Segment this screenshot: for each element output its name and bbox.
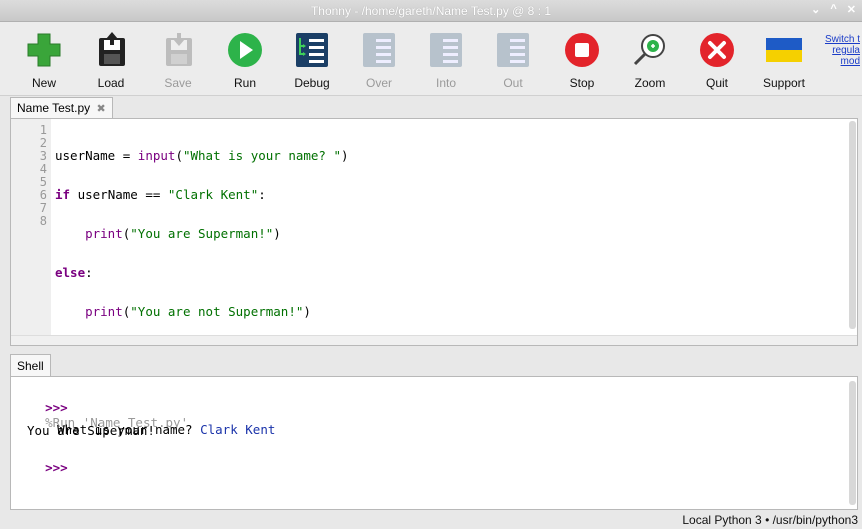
shell-prompt: >>> <box>45 460 68 475</box>
stop-label: Stop <box>569 76 595 90</box>
debug-label: Debug <box>294 76 330 90</box>
tab-label: Name Test.py <box>17 101 91 115</box>
editor-horizontal-scrollbar[interactable] <box>11 335 857 345</box>
shell-input-line[interactable]: >>> <box>15 445 68 490</box>
run-label: Run <box>233 76 256 90</box>
shell-tab-bar: Shell <box>0 352 862 376</box>
quit-icon <box>697 30 737 70</box>
code-line: userName = input("What is your name? ") <box>55 148 349 163</box>
switch-mode-line-3: mod <box>840 56 860 67</box>
stop-icon <box>562 30 602 70</box>
new-label: New <box>31 76 56 90</box>
switch-mode-line-2: regula <box>832 45 860 56</box>
tab-shell[interactable]: Shell <box>10 354 51 376</box>
support-flag-icon <box>764 30 804 70</box>
tab-close-icon[interactable]: ✖ <box>97 103 106 115</box>
code-text[interactable]: userName = input("What is your name? ") … <box>55 123 349 344</box>
line-number: 8 <box>39 214 47 228</box>
load-button[interactable]: Load <box>83 30 139 94</box>
run-button[interactable]: Run <box>217 30 273 94</box>
shell-output-line: You are Superman! <box>27 423 155 438</box>
save-button[interactable]: Save <box>150 30 206 94</box>
window-title: Thonny - /home/gareth/Name Test.py @ 8 :… <box>310 4 552 18</box>
step-into-button[interactable]: Into <box>418 30 474 94</box>
code-line: else: <box>55 265 93 280</box>
step-out-label: Out <box>503 76 523 90</box>
tab-name-test[interactable]: Name Test.py ✖ <box>10 97 113 118</box>
zoom-icon <box>630 30 670 70</box>
save-label: Save <box>164 76 192 90</box>
run-icon <box>225 30 265 70</box>
close-icon[interactable]: ✕ <box>847 3 856 16</box>
code-editor[interactable]: 1 2 3 4 5 6 7 8 userName = input("What i… <box>10 118 858 346</box>
load-icon <box>91 30 131 70</box>
shell-panel[interactable]: >>> %Run 'Name Test.py' What is your nam… <box>10 376 858 510</box>
code-line: print("You are not Superman!") <box>85 304 311 319</box>
maximize-icon[interactable]: ^ <box>830 3 836 16</box>
stop-button[interactable]: Stop <box>554 30 610 94</box>
step-over-button[interactable]: Over <box>351 30 407 94</box>
debug-icon <box>292 30 332 70</box>
step-over-icon <box>359 30 399 70</box>
step-into-label: Into <box>435 76 456 90</box>
new-button[interactable]: New <box>16 30 72 94</box>
quit-label: Quit <box>705 76 728 90</box>
editor-tab-bar: Name Test.py ✖ <box>0 96 862 118</box>
step-over-label: Over <box>365 76 392 90</box>
switch-mode-line-1: Switch t <box>824 34 860 45</box>
code-line: print("You are Superman!") <box>85 226 281 241</box>
step-out-icon <box>493 30 533 70</box>
step-out-button[interactable]: Out <box>485 30 541 94</box>
editor-vertical-scrollbar[interactable] <box>849 121 856 329</box>
new-icon <box>24 30 64 70</box>
line-number-gutter: 1 2 3 4 5 6 7 8 <box>11 119 51 335</box>
support-label: Support <box>762 76 806 90</box>
zoom-button[interactable]: Zoom <box>622 30 678 94</box>
interpreter-status[interactable]: Local Python 3 • /usr/bin/python3 <box>682 513 858 527</box>
shell-vertical-scrollbar[interactable] <box>849 381 856 505</box>
step-into-icon <box>426 30 466 70</box>
title-bar: Thonny - /home/gareth/Name Test.py @ 8 :… <box>0 0 862 22</box>
debug-button[interactable]: Debug <box>284 30 340 94</box>
code-line: if userName == "Clark Kent": <box>55 187 266 202</box>
toolbar: New Load Save Run Debug Over Into Out St… <box>0 22 862 96</box>
switch-mode-link[interactable]: Switch t regula mod <box>800 34 860 67</box>
minimize-icon[interactable]: ⌄ <box>811 3 820 16</box>
load-label: Load <box>97 76 125 90</box>
status-bar: Local Python 3 • /usr/bin/python3 <box>0 510 862 529</box>
save-icon <box>158 30 198 70</box>
zoom-label: Zoom <box>634 76 666 90</box>
shell-user-input: Clark Kent <box>200 422 276 437</box>
quit-button[interactable]: Quit <box>689 30 745 94</box>
